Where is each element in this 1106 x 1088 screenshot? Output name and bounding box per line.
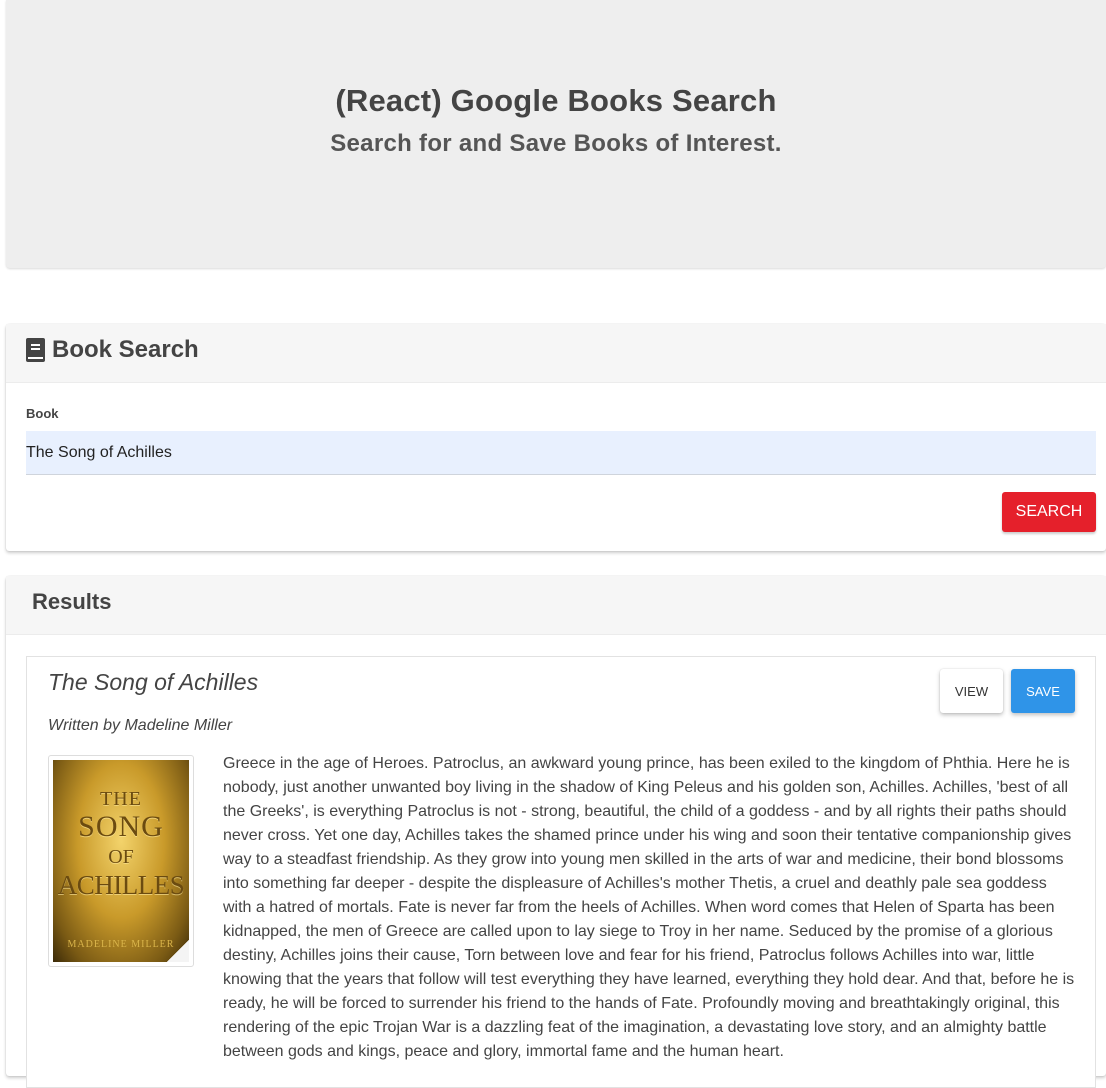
cover-text-of: OF xyxy=(108,846,134,868)
search-button[interactable]: SEARCH xyxy=(1002,492,1096,532)
book-title: The Song of Achilles xyxy=(48,669,259,695)
results-header: Results xyxy=(6,576,1106,635)
cover-text-song: SONG xyxy=(78,810,164,843)
book-field-label: Book xyxy=(26,406,59,421)
book-search-heading: Book Search xyxy=(26,336,199,364)
book-cover-thumbnail: THE SONG OF ACHILLES MADELINE MILLER xyxy=(48,755,194,967)
book-description: Greece in the age of Heroes. Patroclus, … xyxy=(223,755,1075,1060)
book-author: Written by Madeline Miller xyxy=(48,717,233,734)
book-search-header: Book Search xyxy=(6,324,1106,383)
book-result-item: The Song of Achilles Written by Madeline… xyxy=(26,656,1096,1088)
book-search-heading-text: Book Search xyxy=(52,336,199,363)
results-heading: Results xyxy=(32,589,112,614)
book-search-input[interactable] xyxy=(26,431,1096,475)
page-subtitle: Search for and Save Books of Interest. xyxy=(330,130,782,157)
save-button[interactable]: SAVE xyxy=(1011,669,1075,713)
page-title: (React) Google Books Search xyxy=(335,83,777,118)
cover-text-achilles: ACHILLES xyxy=(57,870,185,900)
book-cover-image: THE SONG OF ACHILLES MADELINE MILLER xyxy=(53,760,189,962)
header-jumbotron: (React) Google Books Search Search for a… xyxy=(6,0,1106,268)
results-card: Results The Song of Achilles Written by … xyxy=(6,576,1106,1088)
page-curl xyxy=(167,940,189,962)
book-icon xyxy=(26,338,45,362)
book-search-card: Book Search Book SEARCH xyxy=(6,324,1106,551)
cover-text-the: THE xyxy=(100,788,142,810)
view-button[interactable]: VIEW xyxy=(940,669,1003,713)
